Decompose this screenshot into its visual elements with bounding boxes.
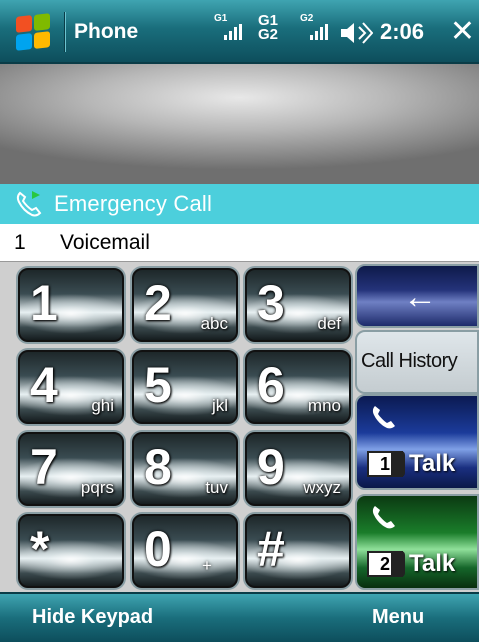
dial-display <box>0 64 479 184</box>
phone-handset-icon <box>372 406 395 429</box>
list-item-emergency-call[interactable]: Emergency Call <box>0 184 479 224</box>
key-digit: 3 <box>257 275 285 331</box>
key-digit: # <box>257 521 285 577</box>
talk-line-2-label: Talk <box>409 550 456 577</box>
backspace-arrow-icon: ← <box>403 278 437 316</box>
title-bar: Phone G1 G1 G2 G2 2:06 ✕ <box>0 0 479 64</box>
talk-line-1-row: 1 Talk <box>367 450 455 478</box>
key-9[interactable]: 9 wxyz <box>243 430 353 508</box>
key-digit: 7 <box>30 439 58 495</box>
key-digit: 4 <box>30 357 58 413</box>
menu-bar: Hide Keypad Menu <box>0 592 479 642</box>
close-button[interactable]: ✕ <box>446 12 479 52</box>
call-history-button[interactable]: Call History <box>355 330 479 394</box>
line-2-badge: 2 <box>367 551 405 577</box>
list-item-voicemail[interactable]: 1 Voicemail <box>0 224 479 262</box>
voicemail-speed-dial-number: 1 <box>14 230 26 254</box>
start-button[interactable] <box>6 10 60 54</box>
key-digit: 0 <box>144 521 172 577</box>
key-hash[interactable]: # <box>243 512 353 590</box>
backspace-button[interactable]: ← <box>355 264 479 328</box>
signal-g1g2-icon[interactable]: G1 G2 <box>258 13 288 43</box>
signal-g1-icon[interactable]: G1 <box>214 14 244 40</box>
key-8[interactable]: 8 tuv <box>130 430 240 508</box>
key-digit: 2 <box>144 275 172 331</box>
key-7[interactable]: 7 pqrs <box>16 430 126 508</box>
signal-g2-label: G2 <box>300 13 314 24</box>
key-letters: + <box>202 556 212 575</box>
key-4[interactable]: 4 ghi <box>16 348 126 426</box>
key-digit: 9 <box>257 439 285 495</box>
call-history-label: Call History <box>361 350 458 372</box>
clock[interactable]: 2:06 <box>380 19 424 45</box>
key-letters: pqrs <box>80 478 114 497</box>
signal-g2-icon[interactable]: G2 <box>300 14 330 40</box>
line-1-badge: 1 <box>367 451 405 477</box>
signal-g1-label: G1 <box>214 13 228 24</box>
speaker-icon[interactable] <box>339 20 373 46</box>
signal-g1g2-bottom-label: G2 <box>258 26 279 43</box>
hide-keypad-softkey[interactable]: Hide Keypad <box>32 606 153 629</box>
key-letters: wxyz <box>303 478 341 497</box>
key-digit: 1 <box>30 275 58 331</box>
title-divider <box>64 12 66 52</box>
phone-icon <box>16 191 42 217</box>
key-letters: jkl <box>211 396 228 415</box>
key-digit: 8 <box>144 439 172 495</box>
emergency-call-label: Emergency Call <box>54 191 213 216</box>
key-digit: 5 <box>144 357 172 413</box>
windows-logo-icon <box>16 13 50 51</box>
key-letters: mno <box>307 396 341 415</box>
key-0[interactable]: 0 + <box>130 512 240 590</box>
key-2[interactable]: 2 abc <box>130 266 240 344</box>
talk-line-2-button[interactable]: 2 Talk <box>355 494 479 590</box>
key-6[interactable]: 6 mno <box>243 348 353 426</box>
key-letters: abc <box>200 314 228 333</box>
key-letters: tuv <box>205 478 228 497</box>
key-digit: 6 <box>257 357 285 413</box>
menu-softkey[interactable]: Menu <box>372 606 424 629</box>
phone-handset-icon <box>372 506 395 529</box>
app-title: Phone <box>74 20 139 43</box>
key-1[interactable]: 1 <box>16 266 126 344</box>
key-digit: * <box>30 521 50 577</box>
key-letters: def <box>317 314 341 333</box>
key-letters: ghi <box>91 396 114 415</box>
talk-line-2-row: 2 Talk <box>367 550 455 578</box>
talk-line-1-label: Talk <box>409 450 456 477</box>
talk-line-1-button[interactable]: 1 Talk <box>355 394 479 490</box>
key-5[interactable]: 5 jkl <box>130 348 240 426</box>
key-3[interactable]: 3 def <box>243 266 353 344</box>
key-star[interactable]: * <box>16 512 126 590</box>
voicemail-label: Voicemail <box>60 230 150 254</box>
